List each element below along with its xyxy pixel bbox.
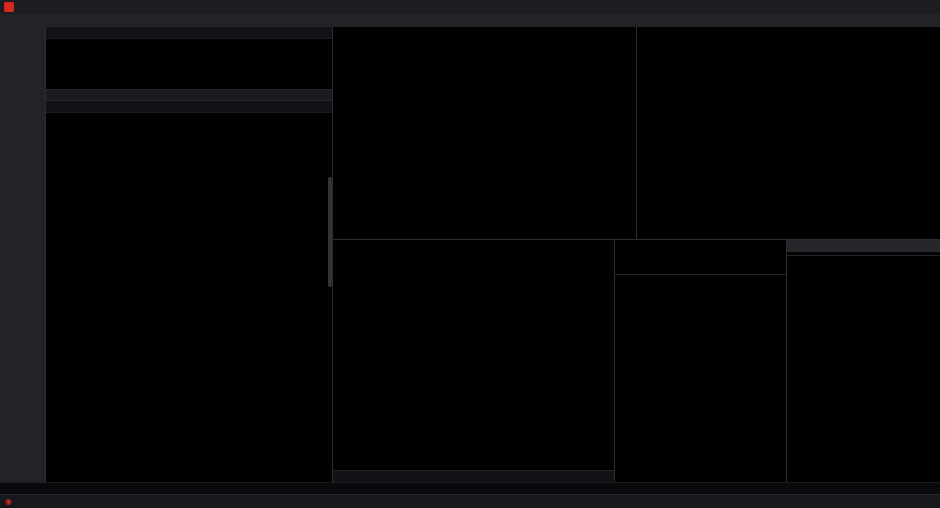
money-flow-panel [787, 240, 940, 482]
connection-icon: ◉ [5, 497, 12, 506]
news-ticker[interactable] [0, 482, 940, 494]
transaction-list [787, 256, 940, 482]
charts-zone [333, 27, 940, 482]
tab-bar [0, 14, 940, 27]
sidebar [0, 27, 46, 482]
self-select-table [46, 113, 332, 482]
table-spacer [46, 39, 332, 89]
order-book [615, 269, 786, 271]
index-chart[interactable] [637, 40, 939, 240]
table-scrollbar[interactable] [328, 177, 332, 287]
watch-table-header [46, 27, 332, 39]
status-bar: ◉ [0, 494, 940, 508]
app-logo-icon [4, 2, 14, 12]
main-area [0, 27, 940, 482]
minute-chart-header [333, 27, 636, 40]
quote-stats [615, 274, 786, 277]
tdx-app: ◉ [0, 0, 940, 508]
minute-chart-panel[interactable] [333, 27, 637, 239]
daily-kline-chart[interactable] [333, 253, 615, 470]
daily-chart-panel[interactable] [333, 240, 615, 482]
index-chart-panel[interactable] [637, 27, 940, 239]
self-select-group-bar[interactable] [46, 89, 332, 101]
quote-tables [46, 27, 333, 482]
minute-chart[interactable] [333, 40, 637, 240]
index-chart-header [637, 27, 940, 40]
title-bar [0, 0, 940, 14]
self-table-header [46, 101, 332, 113]
order-book-panel [615, 240, 787, 482]
indicator-tabs [333, 470, 614, 482]
daily-chart-header [333, 240, 614, 253]
